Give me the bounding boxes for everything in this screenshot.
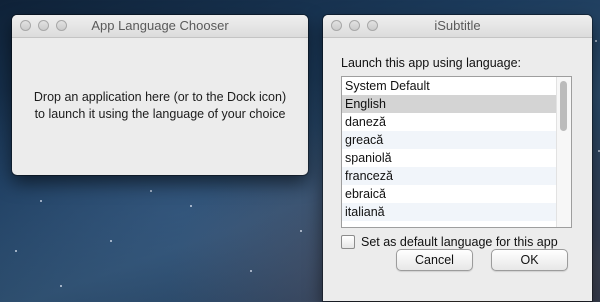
cancel-button[interactable]: Cancel: [396, 249, 473, 271]
drop-message-line-2: to launch it using the language of your …: [34, 107, 286, 121]
zoom-window-icon[interactable]: [367, 20, 378, 31]
language-item[interactable]: greacă: [342, 131, 571, 149]
default-language-option[interactable]: Set as default language for this app: [341, 235, 558, 249]
window-title: App Language Chooser: [91, 18, 229, 33]
language-item[interactable]: franceză: [342, 167, 571, 185]
language-item[interactable]: daneză: [342, 113, 571, 131]
language-item[interactable]: spaniolă: [342, 149, 571, 167]
close-window-icon[interactable]: [331, 20, 342, 31]
list-scrollbar[interactable]: [556, 77, 571, 227]
close-window-icon[interactable]: [20, 20, 31, 31]
minimize-window-icon[interactable]: [38, 20, 49, 31]
titlebar: App Language Chooser: [12, 15, 308, 38]
drop-zone[interactable]: Drop an application here (or to the Dock…: [12, 89, 308, 123]
checkbox-label: Set as default language for this app: [361, 235, 558, 249]
zoom-window-icon[interactable]: [56, 20, 67, 31]
language-item[interactable]: English: [342, 95, 571, 113]
ok-button[interactable]: OK: [491, 249, 568, 271]
language-item[interactable]: ebraică: [342, 185, 571, 203]
language-item[interactable]: italiană: [342, 203, 571, 221]
window-controls: [331, 20, 378, 31]
language-list[interactable]: System Default English daneză greacă spaniol…: [341, 76, 572, 228]
window-title: iSubtitle: [434, 18, 481, 33]
titlebar: iSubtitle: [323, 15, 592, 38]
isubtitle-window: iSubtitle Launch this app using language…: [323, 15, 592, 301]
language-prompt: Launch this app using language:: [341, 56, 522, 70]
scroll-thumb[interactable]: [560, 81, 567, 131]
default-language-checkbox[interactable]: [341, 235, 355, 249]
drop-message-line-1: Drop an application here (or to the Dock…: [33, 90, 287, 104]
minimize-window-icon[interactable]: [349, 20, 360, 31]
app-language-chooser-window: App Language Chooser Drop an application…: [12, 15, 308, 175]
window-controls: [20, 20, 67, 31]
language-item[interactable]: System Default: [342, 77, 571, 95]
